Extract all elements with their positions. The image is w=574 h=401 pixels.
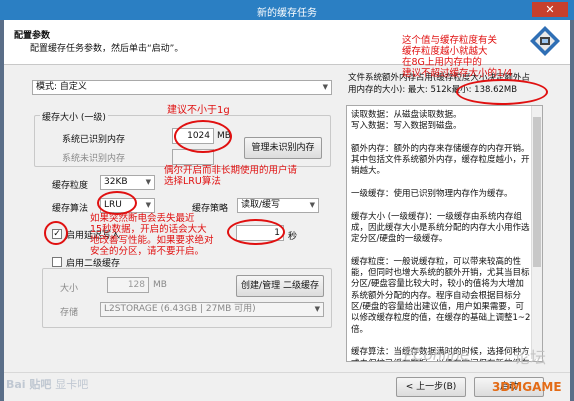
chevron-down-icon: ▼ bbox=[314, 305, 320, 313]
pconline-watermark: PConline bbox=[404, 346, 470, 364]
title-bar: 新的缓存任务 ✕ bbox=[0, 0, 574, 20]
algorithm-label: 缓存算法 bbox=[52, 204, 89, 214]
level2-size-unit: MB bbox=[153, 280, 167, 290]
baidu-watermark: Bai 贴吧 显卡吧 bbox=[6, 376, 88, 392]
chevron-down-icon: ▼ bbox=[145, 178, 151, 186]
annotation-delay-write: 如果突然断电会丢失最近 15秒数据，开启的话会大大 地改善写性能。如果要求绝对 … bbox=[90, 213, 214, 257]
dialog-footer: < 上一步(B) 启动 bbox=[4, 372, 570, 401]
annotation-circle-delay-input bbox=[227, 219, 285, 245]
manage-unrecognized-memory-button[interactable]: 管理未识别内存 bbox=[244, 137, 322, 159]
forum-watermark: 论坛 bbox=[514, 348, 547, 367]
baidu-bar-watermark: 显卡吧 bbox=[55, 378, 89, 391]
storage-select[interactable]: L2STORAGE (6.43GB | 27MB 可用) ▼ bbox=[100, 302, 324, 317]
storage-value: L2STORAGE (6.43GB | 27MB 可用) bbox=[104, 304, 256, 314]
annotation-circle-min-overhead bbox=[456, 79, 548, 105]
unrecognized-memory-label: 系统未识别内存 bbox=[62, 154, 126, 164]
storage-label: 存储 bbox=[60, 308, 79, 318]
baidu-watermark-text: Bai 贴吧 bbox=[6, 378, 52, 391]
annotation-top: 这个值与缓存粒度有关 缓存粒度越小就越大 在8G上用内存中的 建议不超过缓存大小… bbox=[402, 35, 513, 79]
help-textbox[interactable]: 读取数据：从磁盘读取数据。 写入数据：写入数据到磁盘。 额外内存：额外的内存来存… bbox=[346, 105, 543, 362]
annotation-size: 建议不小于1g bbox=[167, 105, 230, 116]
strategy-value: 读取/缓写 bbox=[241, 200, 281, 210]
app-logo-icon bbox=[530, 26, 560, 56]
3dmgame-watermark: 3DMGAME bbox=[492, 380, 562, 394]
granularity-label: 缓存粒度 bbox=[52, 181, 89, 191]
granularity-select[interactable]: 32KB ▼ bbox=[100, 175, 155, 190]
content-panel: 模式: 自定义 ▼ 缓存大小 (一级) 系统已识别内存 1024 MB 管理未识… bbox=[4, 35, 570, 372]
overhead-info-prefix: 用内存的大小): bbox=[348, 85, 408, 95]
chevron-down-icon: ▼ bbox=[145, 201, 151, 209]
header-subtitle: 配置缓存任务参数，然后单击“启动”。 bbox=[30, 44, 184, 54]
level2-size-input[interactable]: 128 bbox=[107, 277, 149, 293]
mode-select[interactable]: 模式: 自定义 ▼ bbox=[32, 80, 332, 95]
mode-select-value: 模式: 自定义 bbox=[36, 82, 87, 92]
help-text: 读取数据：从磁盘读取数据。 写入数据：写入数据到磁盘。 额外内存：额外的内存来存… bbox=[351, 110, 531, 361]
granularity-value: 32KB bbox=[104, 177, 128, 187]
delay-write-unit: 秒 bbox=[288, 232, 298, 242]
header-title: 配置参数 bbox=[14, 31, 51, 41]
annotation-circle-delay-checkbox bbox=[44, 221, 68, 245]
cache-size-group-label: 缓存大小 (一级) bbox=[40, 110, 108, 123]
close-button[interactable]: ✕ bbox=[532, 2, 568, 17]
chevron-down-icon: ▼ bbox=[309, 201, 315, 209]
recognized-memory-label: 系统已识别内存 bbox=[62, 135, 126, 145]
chevron-down-icon: ▼ bbox=[322, 83, 328, 91]
annotation-circle-size bbox=[174, 120, 232, 153]
annotation-circle-algorithm bbox=[97, 191, 137, 215]
manage-level2-cache-button[interactable]: 创建/管理 二级缓存 bbox=[236, 275, 324, 297]
help-scrollbar[interactable] bbox=[531, 106, 542, 359]
level2-checkbox[interactable] bbox=[52, 257, 62, 267]
window-title: 新的缓存任务 bbox=[257, 8, 317, 19]
annotation-algorithm: 偶尔开启而非长期使用的用户请 选择LRU算法 bbox=[164, 165, 298, 187]
previous-button[interactable]: < 上一步(B) bbox=[396, 377, 466, 397]
scrollbar-thumb[interactable] bbox=[533, 117, 541, 267]
level2-size-label: 大小 bbox=[60, 284, 79, 294]
strategy-select[interactable]: 读取/缓写 ▼ bbox=[237, 198, 319, 213]
